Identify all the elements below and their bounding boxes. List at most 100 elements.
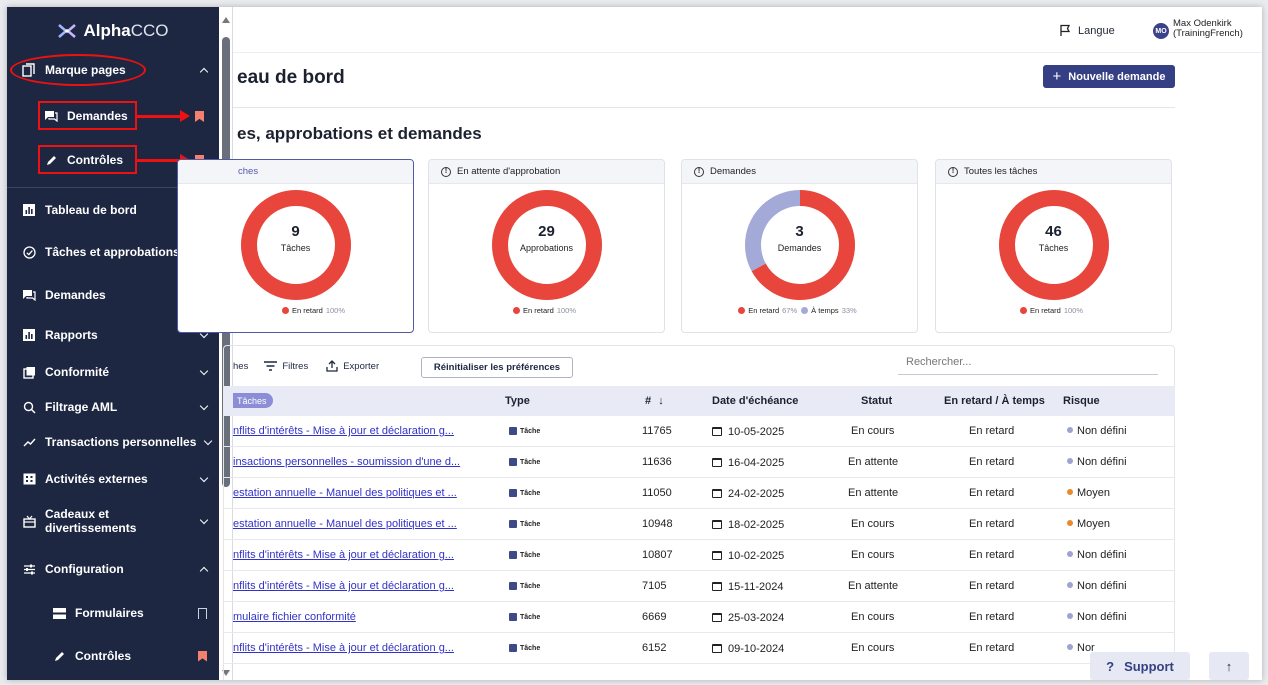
scroll-up-icon[interactable] bbox=[222, 17, 230, 23]
task-name-link[interactable]: insactions personnelles - soumission d'u… bbox=[233, 456, 460, 468]
sidebar-item-transactions-personnelles[interactable]: Transactions personnelles bbox=[7, 427, 219, 457]
sidebar-item-label: Transactions personnelles bbox=[45, 435, 197, 449]
task-name-link[interactable]: estation annuelle - Manuel des politique… bbox=[233, 518, 457, 530]
search-icon bbox=[21, 401, 37, 414]
status-text: En attente bbox=[848, 456, 899, 468]
legend-item: En retard 100% bbox=[1019, 306, 1087, 315]
language-selector[interactable]: Langue bbox=[1059, 24, 1115, 37]
sidebar-item-controles[interactable]: Contrôles bbox=[7, 641, 219, 671]
status-text: En cours bbox=[851, 425, 895, 437]
risk-value: Non défini bbox=[1067, 425, 1127, 437]
donut-label: Demandes bbox=[777, 243, 822, 253]
task-icon bbox=[509, 551, 517, 559]
legend-percent: 33% bbox=[841, 306, 857, 315]
support-button[interactable]: ? Support bbox=[1090, 652, 1190, 680]
app-logo[interactable]: AlphaCCO bbox=[7, 7, 219, 55]
columns-label: hes bbox=[233, 360, 249, 372]
table-row[interactable]: estation annuelle - Manuel des politique… bbox=[223, 478, 1175, 509]
summary-card[interactable]: ches 9 Tâches En retard 100% bbox=[177, 159, 414, 333]
task-name-link[interactable]: nflits d'intérêts - Mise à jour et décla… bbox=[233, 425, 454, 437]
task-name-link[interactable]: estation annuelle - Manuel des politique… bbox=[233, 487, 457, 499]
donut-label: Tâches bbox=[280, 243, 311, 253]
calendar-icon bbox=[712, 458, 722, 467]
sort-down-icon: ↓ bbox=[658, 395, 664, 407]
summary-card[interactable]: ! En attente d'approbation 29 Approbatio… bbox=[428, 159, 665, 333]
task-name-link[interactable]: nflits d'intérêts - Mise à jour et décla… bbox=[233, 580, 454, 592]
risk-dot bbox=[1067, 458, 1073, 464]
donut-chart: 29 Approbations bbox=[491, 190, 602, 300]
table-row[interactable]: nflits d'intérêts - Mise à jour et décla… bbox=[223, 571, 1175, 602]
sidebar-item-filtrage-aml[interactable]: Filtrage AML bbox=[7, 392, 219, 422]
sidebar-item-conformite[interactable]: Conformité bbox=[7, 357, 219, 387]
reset-preferences-button[interactable]: Réinitialiser les préférences bbox=[421, 357, 573, 378]
copy-icon bbox=[21, 366, 37, 379]
risk-value: Moyen bbox=[1067, 518, 1110, 530]
filters-button[interactable]: Filtres bbox=[264, 361, 308, 372]
task-name-link[interactable]: nflits d'intérêts - Mise à jour et décla… bbox=[233, 549, 454, 561]
search-input[interactable]: Rechercher... bbox=[898, 353, 1158, 375]
language-label: Langue bbox=[1078, 24, 1115, 37]
info-icon: ! bbox=[694, 166, 704, 177]
task-number: 6152 bbox=[642, 642, 667, 654]
column-header-number[interactable]: # ↓ bbox=[645, 395, 664, 407]
sidebar-item-cadeaux-et-divertissements[interactable]: Cadeaux et divertissements bbox=[7, 503, 219, 539]
table-row[interactable]: nflits d'intérêts - Mise à jour et décla… bbox=[223, 540, 1175, 571]
legend-percent: 100% bbox=[1063, 306, 1084, 315]
summary-card[interactable]: ! Toutes les tâches 46 Tâches En retard 1… bbox=[935, 159, 1172, 333]
table-row[interactable]: mulaire fichier conformité Tâche 6669 25-03… bbox=[223, 602, 1175, 633]
bookmark-filled-icon[interactable] bbox=[198, 650, 207, 662]
legend-percent: 100% bbox=[556, 306, 577, 315]
task-name-link[interactable]: nflits d'intérêts - Mise à jour et décla… bbox=[233, 642, 454, 654]
risk-value: Non défini bbox=[1067, 611, 1127, 623]
user-menu[interactable]: Max Odenkirk (TrainingFrench) bbox=[1173, 19, 1243, 39]
table-row[interactable]: estation annuelle - Manuel des politique… bbox=[223, 509, 1175, 540]
table-row[interactable]: insactions personnelles - soumission d'u… bbox=[223, 447, 1175, 478]
scroll-to-top-button[interactable]: ↑ bbox=[1209, 652, 1249, 680]
task-number: 11636 bbox=[642, 456, 672, 468]
bookmark-outline-icon[interactable] bbox=[198, 607, 207, 619]
section-title: es, approbations et demandes bbox=[237, 124, 482, 143]
due-date: 16-04-2025 bbox=[712, 457, 784, 469]
summary-card[interactable]: ! Demandes 3 Demandes En retard 67% À temp… bbox=[681, 159, 918, 333]
legend-label: En retard bbox=[291, 306, 323, 315]
table-row[interactable]: nflits d'intérêts - Mise à jour et décla… bbox=[223, 633, 1175, 664]
trend-icon bbox=[21, 437, 37, 447]
late-status: En retard bbox=[969, 642, 1015, 654]
new-request-button[interactable]: + Nouvelle demande bbox=[1043, 65, 1175, 88]
calendar-icon bbox=[712, 551, 722, 560]
late-status: En retard bbox=[969, 611, 1015, 623]
status-text: En cours bbox=[851, 611, 895, 623]
sidebar-item-label: Configuration bbox=[45, 562, 124, 576]
risk-value: Moyen bbox=[1067, 487, 1110, 499]
legend-dot bbox=[801, 307, 809, 314]
chevron-down-icon bbox=[199, 401, 209, 410]
risk-dot bbox=[1067, 644, 1073, 650]
column-header-type[interactable]: Type bbox=[505, 395, 530, 407]
column-header-due-date[interactable]: Date d'échéance bbox=[712, 395, 798, 407]
type-label: Tâche bbox=[520, 458, 541, 466]
task-number: 11050 bbox=[642, 487, 672, 499]
due-date-value: 10-05-2025 bbox=[728, 426, 785, 438]
risk-dot bbox=[1067, 489, 1073, 495]
due-date: 15-11-2024 bbox=[712, 581, 783, 593]
chat-icon bbox=[21, 289, 37, 301]
gift-icon bbox=[21, 515, 37, 528]
type-badge: Tâche bbox=[509, 551, 540, 559]
tab-taches-chip[interactable]: Tâches bbox=[233, 393, 273, 408]
avatar[interactable]: MO bbox=[1153, 23, 1169, 39]
table-row[interactable]: nflits d'intérêts - Mise à jour et décla… bbox=[223, 416, 1175, 447]
column-header-status[interactable]: Statut bbox=[861, 395, 892, 407]
late-status: En retard bbox=[969, 518, 1015, 530]
alpha-logo-icon bbox=[58, 24, 77, 38]
legend-dot bbox=[512, 307, 520, 314]
export-button[interactable]: Exporter bbox=[326, 360, 379, 372]
task-icon bbox=[509, 644, 517, 652]
sidebar-item-configuration[interactable]: Configuration bbox=[7, 554, 219, 584]
columns-button[interactable]: hes bbox=[233, 361, 248, 372]
sidebar-item-formulaires[interactable]: Formulaires bbox=[7, 598, 219, 628]
column-header-late[interactable]: En retard / À temps bbox=[944, 395, 1045, 407]
task-name-link[interactable]: mulaire fichier conformité bbox=[233, 611, 356, 623]
task-icon bbox=[509, 520, 517, 528]
sidebar-item-activites-externes[interactable]: Activités externes bbox=[7, 464, 219, 494]
column-header-risk[interactable]: Risque bbox=[1063, 395, 1100, 407]
